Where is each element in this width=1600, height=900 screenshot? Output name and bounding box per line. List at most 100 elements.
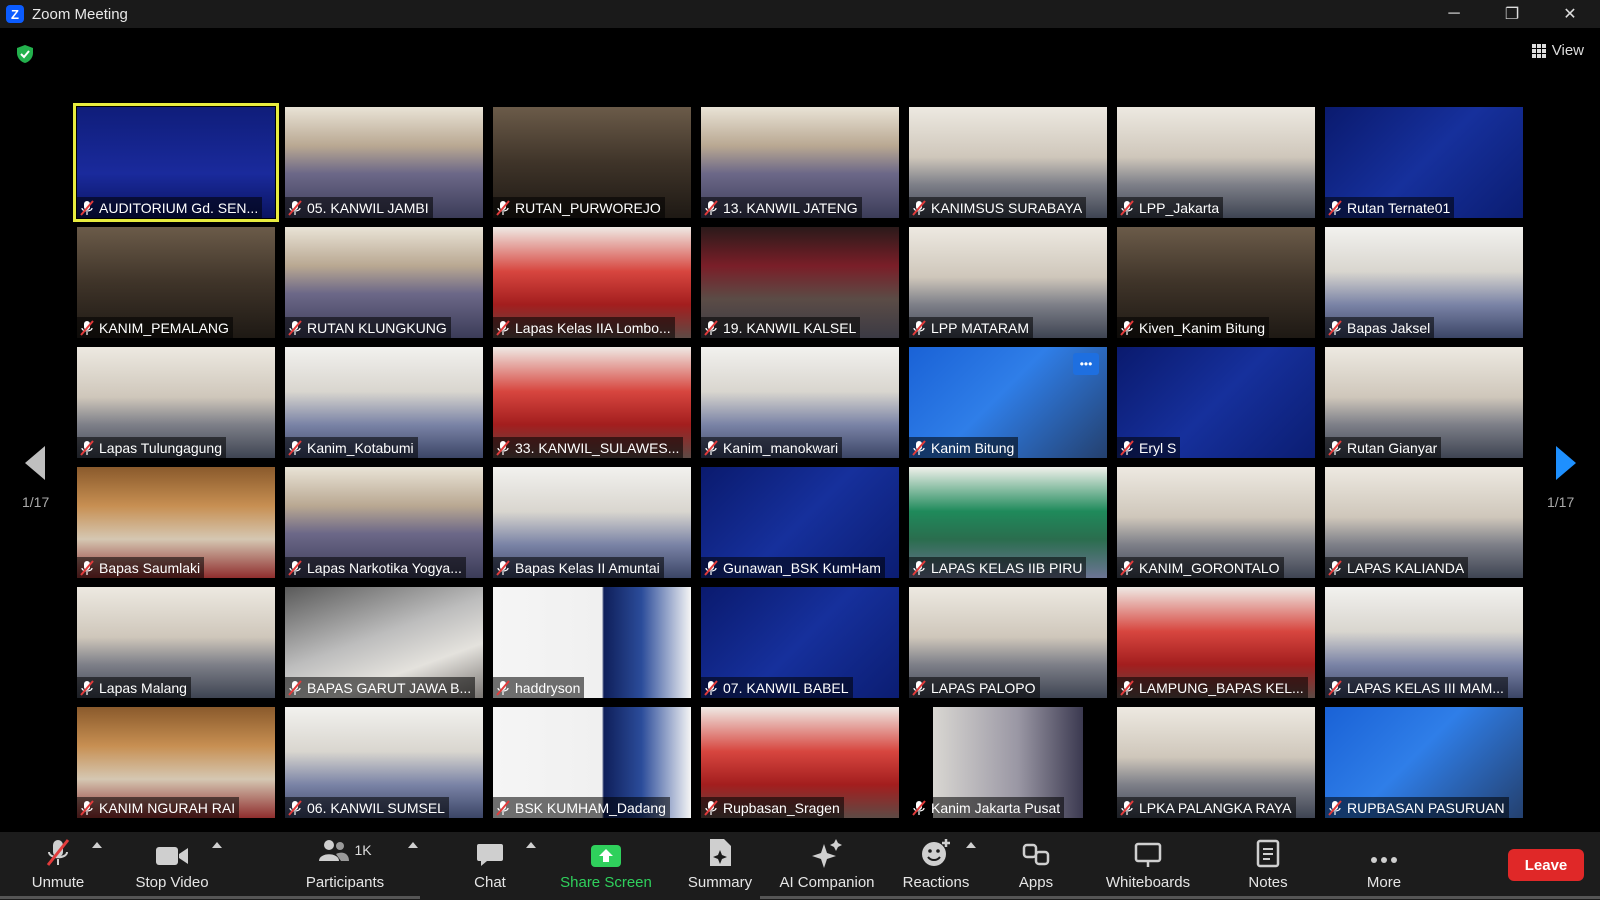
muted-mic-icon [1328,559,1342,576]
participant-video-tile[interactable]: 07. KANWIL BABEL [701,587,899,698]
participant-video-tile[interactable]: Bapas Jaksel [1325,227,1523,338]
participant-video-tile[interactable]: LAPAS KELAS III MAM... [1325,587,1523,698]
participant-name: Gunawan_BSK KumHam [723,559,881,576]
participant-name: 33. KANWIL_SULAWES... [515,439,680,456]
restore-button[interactable]: ❐ [1484,0,1540,28]
participant-video-tile[interactable]: Lapas Malang [77,587,275,698]
participant-video-tile[interactable]: Bapas Saumlaki [77,467,275,578]
participant-name-tag: LAPAS KELAS III MAM... [1325,677,1508,698]
muted-mic-icon [1328,799,1342,816]
stop-video-button[interactable]: Stop Video [132,832,212,900]
participant-video-tile[interactable]: Bapas Kelas II Amuntai [493,467,691,578]
reactions-options-caret-icon[interactable] [966,842,976,848]
participant-name: AUDITORIUM Gd. SEN... [99,199,259,216]
tile-more-options-icon[interactable]: ••• [1073,353,1099,375]
participant-video-tile[interactable]: 06. KANWIL SUMSEL [285,707,483,818]
participant-video-tile[interactable]: 19. KANWIL KALSEL [701,227,899,338]
participants-options-caret-icon[interactable] [408,842,418,848]
participant-video-tile[interactable]: 13. KANWIL JATENG [701,107,899,218]
participant-video-tile[interactable]: AUDITORIUM Gd. SEN... [73,103,279,222]
participant-video-tile[interactable]: KANIM NGURAH RAI [77,707,275,818]
participant-name-tag: RUTAN_PURWOREJO [493,197,665,218]
participant-video-tile[interactable]: LPP_Jakarta [1117,107,1315,218]
page-indicator-left: 1/17 [22,494,50,510]
summary-document-icon [710,839,731,866]
muted-mic-icon [912,799,926,816]
participant-video-tile[interactable]: Kiven_Kanim Bitung [1117,227,1315,338]
participant-video-tile[interactable]: KANIM_PEMALANG [77,227,275,338]
participant-name: Rutan Gianyar [1347,439,1438,456]
muted-mic-icon [1120,199,1134,216]
muted-mic-icon [1120,319,1134,336]
unmute-button[interactable]: Unmute [28,832,88,900]
participant-video-tile[interactable]: KANIMSUS SURABAYA [909,107,1107,218]
view-button[interactable]: View [1531,42,1584,59]
participant-video-tile[interactable]: Rupbasan_Sragen [701,707,899,818]
participant-video-tile[interactable]: BAPAS GARUT JAWA B... [285,587,483,698]
participant-name: Rutan Ternate01 [1347,199,1451,216]
video-options-caret-icon[interactable] [212,842,222,848]
audio-options-caret-icon[interactable] [92,842,102,848]
participant-video-tile[interactable]: 05. KANWIL JAMBI [285,107,483,218]
summary-button[interactable]: Summary [680,832,760,900]
participant-video-tile[interactable]: Rutan Gianyar [1325,347,1523,458]
grid-icon [1531,43,1546,58]
reactions-button[interactable]: Reactions [896,832,976,900]
participant-video-tile[interactable]: Lapas Tulungagung [77,347,275,458]
leave-button[interactable]: Leave [1508,849,1584,881]
participant-video-tile[interactable]: RUTAN KLUNGKUNG [285,227,483,338]
muted-mic-icon [1120,559,1134,576]
zoom-logo-icon: Z [6,5,24,23]
participant-video-tile[interactable]: Rutan Ternate01 [1325,107,1523,218]
share-screen-button[interactable]: Share Screen [556,832,656,900]
participant-video-tile[interactable]: LPP MATARAM [909,227,1107,338]
participant-video-tile[interactable]: Eryl S [1117,347,1315,458]
participant-video-tile[interactable]: LAPAS PALOPO [909,587,1107,698]
participant-video-tile[interactable]: RUPBASAN PASURUAN [1325,707,1523,818]
participant-video-tile[interactable]: Kanim_Kotabumi [285,347,483,458]
minimize-button[interactable]: ─ [1426,0,1482,28]
reaction-smiley-icon [922,839,950,866]
participant-name-tag: 13. KANWIL JATENG [701,197,862,218]
participant-video-tile[interactable]: Kanim Jakarta Pusat [909,707,1107,818]
participant-video-tile[interactable]: BSK KUMHAM_Dadang [493,707,691,818]
participant-video-tile[interactable]: Gunawan_BSK KumHam [701,467,899,578]
participant-video-tile[interactable]: RUTAN_PURWOREJO [493,107,691,218]
participant-video-tile[interactable]: Kanim_manokwari [701,347,899,458]
muted-mic-icon [496,199,510,216]
participant-name: 13. KANWIL JATENG [723,199,858,216]
participant-video-tile[interactable]: ••• Kanim Bitung [909,347,1107,458]
shield-check-icon[interactable] [15,44,35,64]
participant-name-tag: Rutan Ternate01 [1325,197,1455,218]
participant-name: 05. KANWIL JAMBI [307,199,429,216]
more-button[interactable]: More [1354,832,1414,900]
participants-button[interactable]: 1K Participants [300,832,390,900]
close-button[interactable]: ✕ [1542,0,1598,28]
muted-mic-icon [46,839,70,866]
next-page-arrow-icon[interactable] [1556,446,1576,480]
participant-name: Kanim Bitung [931,439,1015,456]
participant-name-tag: KANIMSUS SURABAYA [909,197,1087,218]
participant-video-tile[interactable]: LAMPUNG_BAPAS KEL... [1117,587,1315,698]
participant-video-tile[interactable]: 33. KANWIL_SULAWES... [493,347,691,458]
notes-button[interactable]: Notes [1238,832,1298,900]
participant-video-tile[interactable]: haddryson [493,587,691,698]
participant-video-tile[interactable]: Lapas Kelas IIA Lombo... [493,227,691,338]
chat-options-caret-icon[interactable] [526,842,536,848]
participant-name-tag: LAPAS KELAS IIB PIRU [909,557,1087,578]
chat-button[interactable]: Chat [460,832,520,900]
participant-name: Lapas Narkotika Yogya... [307,559,462,576]
apps-button[interactable]: Apps [1006,832,1066,900]
participant-name: KANIMSUS SURABAYA [931,199,1083,216]
participant-name-tag: Kanim_manokwari [701,437,843,458]
muted-mic-icon [704,319,718,336]
participant-video-tile[interactable]: Lapas Narkotika Yogya... [285,467,483,578]
participant-video-tile[interactable]: LAPAS KELAS IIB PIRU [909,467,1107,578]
participant-video-tile[interactable]: KANIM_GORONTALO [1117,467,1315,578]
whiteboards-button[interactable]: Whiteboards [1098,832,1198,900]
participant-video-tile[interactable]: LPKA PALANGKA RAYA [1117,707,1315,818]
participant-video-tile[interactable]: LAPAS KALIANDA [1325,467,1523,578]
participant-name: KANIM_PEMALANG [99,319,229,336]
ai-companion-button[interactable]: AI Companion [772,832,882,900]
previous-page-arrow-icon[interactable] [25,446,45,480]
